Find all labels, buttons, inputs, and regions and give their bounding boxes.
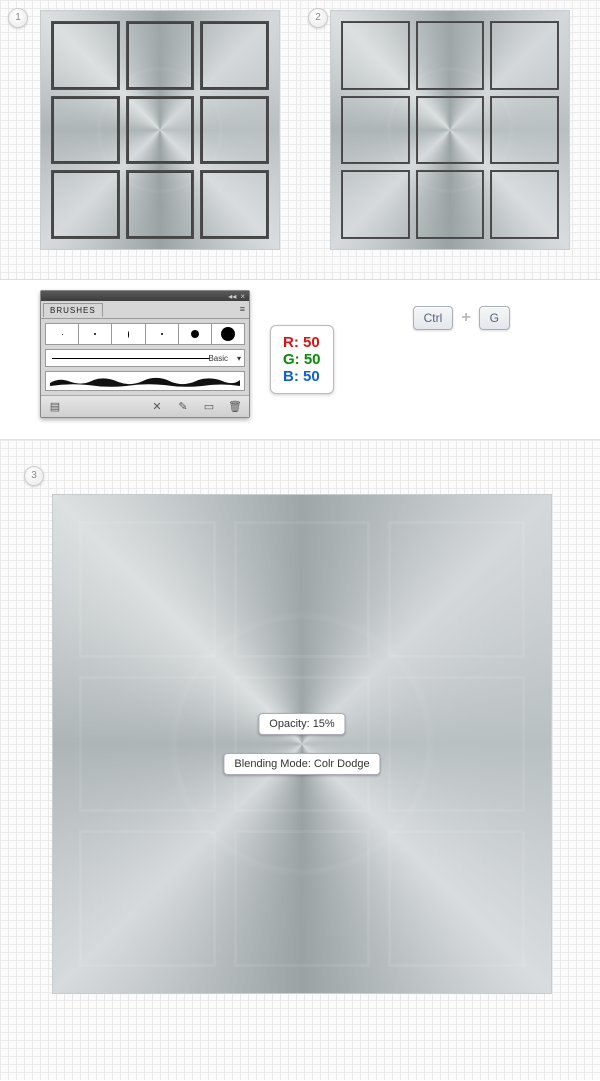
blending-mode-pill: Blending Mode: Colr Dodge	[223, 753, 380, 775]
panel-footer: ▤ ✕ ✎ ▭ 🗑	[41, 395, 249, 417]
tile	[79, 676, 216, 813]
tile	[126, 170, 195, 239]
opacity-pill: Opacity: 15%	[258, 713, 345, 735]
step-badge-3: 3	[24, 466, 44, 486]
rgb-b-value: B: 50	[283, 368, 321, 385]
rgb-values-box: R: 50 G: 50 B: 50	[270, 325, 334, 394]
tile-grid-2	[341, 21, 559, 239]
tile	[416, 96, 485, 165]
brush-swatch[interactable]	[112, 324, 145, 344]
overlay-pill-group: Opacity: 15% Blending Mode: Colr Dodge	[223, 713, 380, 775]
big-preview-wrap: Opacity: 15% Blending Mode: Colr Dodge	[0, 440, 600, 1080]
tab-brushes[interactable]: BRUSHES	[43, 303, 103, 317]
tile	[234, 521, 371, 658]
tile	[341, 170, 410, 239]
tile	[200, 96, 269, 165]
brushes-panel[interactable]: ◂◂ × BRUSHES ≡ Basic ▾ ▤ ✕	[40, 290, 250, 418]
tile	[388, 676, 525, 813]
tile	[388, 830, 525, 967]
g-key: G	[479, 306, 510, 330]
rgb-r-value: R: 50	[283, 334, 321, 351]
tile	[416, 21, 485, 90]
tile	[234, 830, 371, 967]
options-icon[interactable]: ✎	[175, 400, 191, 413]
ctrl-key: Ctrl	[413, 306, 454, 330]
preview-row-top: 1 2	[0, 0, 600, 280]
artbrush-icon	[50, 374, 240, 388]
tile	[51, 170, 120, 239]
tile	[490, 21, 559, 90]
library-icon[interactable]: ▤	[47, 400, 63, 413]
brush-swatch[interactable]	[46, 324, 79, 344]
basic-stroke-row[interactable]: Basic ▾	[45, 349, 245, 367]
step-badge-2: 2	[308, 8, 328, 28]
tile-grid-1	[51, 21, 269, 239]
metal-plate-2	[330, 10, 570, 250]
tile	[126, 96, 195, 165]
close-icon[interactable]: ×	[240, 292, 245, 301]
tile	[490, 170, 559, 239]
collapse-icon[interactable]: ◂◂	[228, 292, 236, 301]
preview-step-2: 2	[300, 0, 600, 279]
tile	[490, 96, 559, 165]
tile	[51, 21, 120, 90]
tile	[79, 521, 216, 658]
shortcut-keys: Ctrl + G	[413, 306, 510, 330]
art-brush-row[interactable]	[45, 371, 245, 391]
brush-swatch[interactable]	[212, 324, 244, 344]
panel-topbar[interactable]: ◂◂ ×	[41, 291, 249, 301]
brush-swatch[interactable]	[79, 324, 112, 344]
plus-icon: +	[461, 309, 470, 327]
new-brush-icon[interactable]: ▭	[201, 400, 217, 413]
trash-icon[interactable]: 🗑	[227, 400, 243, 413]
metal-plate-1	[40, 10, 280, 250]
tile	[79, 830, 216, 967]
stroke-preview-line	[52, 358, 210, 359]
tile	[341, 96, 410, 165]
remove-stroke-icon[interactable]: ✕	[149, 400, 165, 413]
chevron-down-icon[interactable]: ▾	[237, 354, 241, 363]
tile	[341, 21, 410, 90]
settings-strip: ◂◂ × BRUSHES ≡ Basic ▾ ▤ ✕	[0, 280, 600, 440]
tile	[416, 170, 485, 239]
basic-label: Basic	[208, 354, 228, 363]
brush-swatch[interactable]	[146, 324, 179, 344]
preview-row-bottom: 3 Opacity: 15% Blending Mode: Colr Dodge	[0, 440, 600, 1080]
tile	[126, 21, 195, 90]
brush-size-row	[45, 323, 245, 345]
tile	[200, 170, 269, 239]
rgb-g-value: G: 50	[283, 351, 321, 368]
panel-tab-bar: BRUSHES ≡	[41, 301, 249, 319]
panel-menu-icon[interactable]: ≡	[240, 304, 245, 314]
brush-swatch[interactable]	[179, 324, 212, 344]
tile	[388, 521, 525, 658]
tile	[200, 21, 269, 90]
step-badge-1: 1	[8, 8, 28, 28]
metal-plate-3: Opacity: 15% Blending Mode: Colr Dodge	[52, 494, 552, 994]
preview-step-1: 1	[0, 0, 300, 279]
tile	[51, 96, 120, 165]
